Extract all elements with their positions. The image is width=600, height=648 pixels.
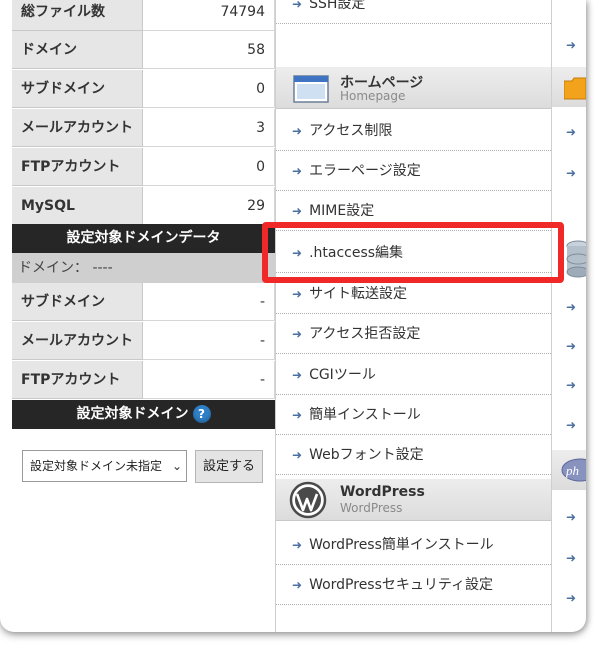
menu-item-cgi-tools[interactable]: ➜ CGIツール	[276, 355, 551, 395]
section-wordpress: WordPress WordPress	[276, 479, 551, 521]
stat-row-mysql: MySQL 29	[12, 187, 275, 225]
stat-label: FTPアカウント	[12, 148, 143, 186]
wordpress-icon	[289, 481, 327, 519]
domain-data-header: 設定対象ドメインデータ	[12, 224, 275, 253]
php-icon: ph	[561, 458, 586, 482]
arrow-icon: ➜	[292, 204, 303, 218]
arrow-icon[interactable]: ➜	[566, 510, 576, 524]
arrow-icon: ➜	[292, 164, 303, 178]
stat-value: 0	[143, 70, 275, 108]
arrow-icon[interactable]: ➜	[566, 551, 576, 565]
section-homepage: ホームページ Homepage	[276, 67, 551, 109]
arrow-icon: ➜	[292, 538, 303, 552]
stat-label: サブドメイン	[12, 70, 143, 108]
domain-line: ドメイン： ----	[12, 253, 275, 283]
folder-icon	[564, 77, 586, 100]
stat-row-mail-accounts: メールアカウント 3	[12, 109, 275, 147]
arrow-icon[interactable]: ➜	[566, 339, 576, 353]
section-subtitle: WordPress	[340, 501, 403, 515]
apply-domain-button[interactable]: 設定する	[195, 450, 263, 483]
stat-label: 総ファイル数	[12, 0, 143, 31]
menu-item-web-fonts[interactable]: ➜ Webフォント設定	[276, 435, 551, 475]
menu-item-label: アクセス制限	[309, 123, 393, 139]
help-icon[interactable]: ?	[192, 405, 211, 423]
arrow-icon: ➜	[292, 578, 303, 592]
menu-item-label: SSH設定	[309, 0, 366, 12]
arrow-icon[interactable]: ➜	[566, 125, 576, 139]
domain-row-subdomains: サブドメイン -	[12, 283, 275, 321]
arrow-icon: ➜	[292, 408, 303, 422]
menu-item-label: WordPressセキュリティ設定	[309, 577, 494, 593]
right-section-head	[552, 67, 586, 107]
arrow-icon: ➜	[292, 287, 303, 301]
select-value: 設定対象ドメイン未指定	[30, 459, 163, 473]
menu-item-label: WordPress簡単インストール	[309, 537, 494, 553]
arrow-icon: ➜	[292, 327, 303, 341]
app-content: 総ファイル数 74794 ドメイン 58 サブドメイン 0 メールアカウント 3…	[0, 0, 586, 632]
domain-row-mail-accounts: メールアカウント -	[12, 322, 275, 360]
target-domain-select[interactable]: 設定対象ドメイン未指定 ⌄	[22, 450, 187, 482]
stat-value: 58	[143, 31, 275, 69]
stat-label: MySQL	[12, 187, 143, 225]
stat-row-ftp-accounts: FTPアカウント 0	[12, 148, 275, 186]
arrow-icon: ➜	[292, 448, 303, 462]
stat-label: ドメイン	[12, 31, 143, 69]
arrow-icon: ➜	[292, 124, 303, 138]
app-frame: 総ファイル数 74794 ドメイン 58 サブドメイン 0 メールアカウント 3…	[0, 0, 586, 632]
stat-value: 29	[143, 187, 275, 225]
stat-value: -	[143, 322, 275, 360]
stat-value: -	[143, 361, 275, 399]
stat-value: -	[143, 283, 275, 321]
database-icon	[566, 240, 586, 278]
menu-item-easy-install[interactable]: ➜ 簡単インストール	[276, 395, 551, 435]
section-subtitle: Homepage	[340, 89, 406, 103]
stat-row-total-files: 総ファイル数 74794	[12, 0, 275, 31]
arrow-icon[interactable]: ➜	[566, 378, 576, 392]
menu-item-label: エラーページ設定	[309, 163, 421, 179]
arrow-icon[interactable]: ➜	[566, 300, 576, 314]
stat-label: メールアカウント	[12, 109, 143, 147]
menu-item-error-page[interactable]: ➜ エラーページ設定	[276, 151, 551, 191]
window-icon	[293, 75, 329, 103]
stat-value: 3	[143, 109, 275, 147]
section-title: WordPress	[340, 484, 425, 500]
chevron-down-icon: ⌄	[171, 451, 182, 481]
stat-label: サブドメイン	[12, 283, 143, 321]
stat-label: FTPアカウント	[12, 361, 143, 399]
menu-item-wordpress-security[interactable]: ➜ WordPressセキュリティ設定	[276, 565, 551, 605]
menu-item-access-restriction[interactable]: ➜ アクセス制限	[276, 111, 551, 151]
arrow-icon[interactable]: ➜	[566, 166, 576, 180]
menu-item-label: CGIツール	[309, 367, 376, 383]
menu-item-ssh[interactable]: ➜ SSH設定	[276, 0, 551, 24]
arrow-icon[interactable]: ➜	[566, 38, 576, 52]
stat-value: 74794	[143, 0, 275, 31]
menu-item-wordpress-install[interactable]: ➜ WordPress簡単インストール	[276, 525, 551, 565]
arrow-icon: ➜	[292, 0, 303, 11]
menu-item-label: サイト転送設定	[309, 286, 408, 302]
target-domain-title: 設定対象ドメイン	[76, 406, 189, 422]
arrow-icon[interactable]: ➜	[566, 591, 576, 605]
menu-item-label: 簡単インストール	[309, 407, 421, 423]
arrow-icon[interactable]: ➜	[566, 418, 576, 432]
php-label: ph	[565, 463, 579, 478]
menu-item-label: アクセス拒否設定	[309, 326, 421, 342]
htaccess-highlight-box	[262, 222, 564, 283]
stat-label: メールアカウント	[12, 322, 143, 360]
arrow-icon: ➜	[292, 368, 303, 382]
stat-value: 0	[143, 148, 275, 186]
target-domain-header: 設定対象ドメイン?	[12, 400, 275, 429]
right-section-head: ph	[552, 450, 586, 490]
menu-item-access-deny[interactable]: ➜ アクセス拒否設定	[276, 314, 551, 354]
menu-item-label: MIME設定	[309, 203, 375, 219]
stat-row-subdomains: サブドメイン 0	[12, 70, 275, 108]
stat-row-domains: ドメイン 58	[12, 31, 275, 69]
menu-item-label: Webフォント設定	[309, 447, 424, 463]
domain-row-ftp-accounts: FTPアカウント -	[12, 361, 275, 399]
